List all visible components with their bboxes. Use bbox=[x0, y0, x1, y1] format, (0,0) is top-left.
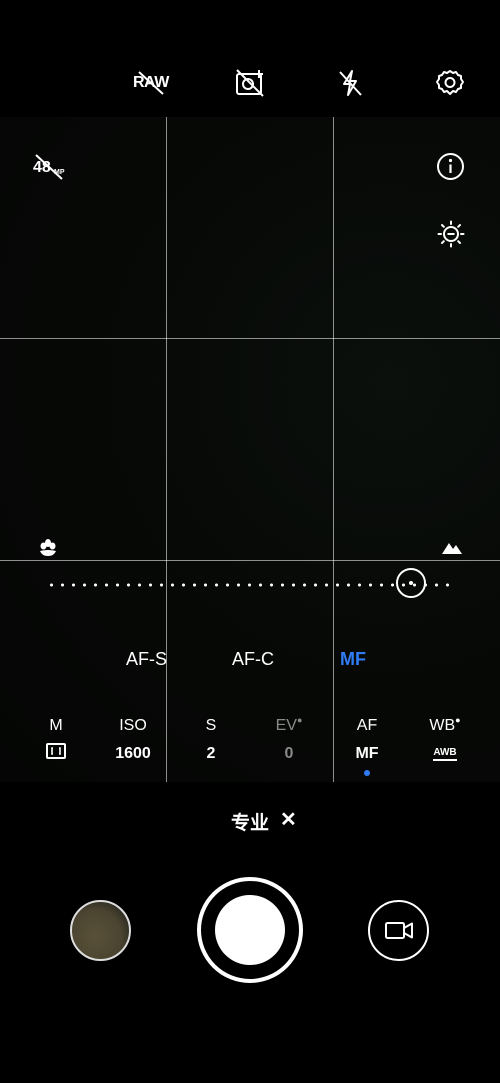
param-wb[interactable]: WB● AWB bbox=[410, 715, 480, 761]
grid-line bbox=[333, 117, 334, 782]
focus-slider-handle[interactable] bbox=[395, 568, 426, 598]
video-camera-icon bbox=[385, 922, 413, 939]
af-active-dot bbox=[364, 770, 370, 776]
wb-indicator-dot: ● bbox=[455, 715, 461, 725]
param-ev-value: 0 bbox=[284, 745, 294, 762]
focus-mode-mf[interactable]: MF bbox=[340, 649, 366, 670]
param-ev[interactable]: EV● 0 bbox=[254, 715, 324, 763]
top-bar: RAW bbox=[0, 0, 500, 117]
flash-off-icon[interactable] bbox=[335, 68, 365, 98]
flower-icon bbox=[38, 538, 58, 558]
raw-off-icon bbox=[138, 71, 164, 95]
param-af-label: AF bbox=[356, 717, 378, 734]
ev-indicator-dot: ● bbox=[296, 715, 303, 725]
gallery-thumbnail[interactable] bbox=[70, 900, 131, 961]
param-iso[interactable]: ISO 1600 bbox=[98, 717, 168, 763]
settings-gear-icon[interactable] bbox=[435, 68, 465, 98]
pro-mode-label: 专业 bbox=[231, 813, 270, 834]
close-pro-mode-button[interactable]: ✕ bbox=[280, 807, 297, 832]
megapixel-off-icon bbox=[35, 154, 63, 180]
focus-mode-af-c[interactable]: AF-C bbox=[232, 649, 274, 670]
param-af[interactable]: AF MF bbox=[332, 717, 402, 776]
shutter-button[interactable] bbox=[197, 877, 303, 983]
param-shutter-value: 2 bbox=[206, 745, 216, 762]
focus-mode-af-s[interactable]: AF-S bbox=[126, 649, 167, 670]
param-wb-label: WB● bbox=[429, 715, 461, 734]
param-af-value: MF bbox=[355, 745, 379, 762]
param-wb-value: AWB bbox=[410, 747, 480, 761]
grid-line bbox=[0, 560, 500, 561]
video-mode-button[interactable] bbox=[368, 900, 429, 961]
live-photo-off-icon[interactable] bbox=[234, 68, 266, 98]
focus-slider-track[interactable] bbox=[46, 583, 456, 587]
mountain-icon bbox=[441, 540, 463, 556]
shutter-inner bbox=[215, 895, 285, 965]
info-icon[interactable] bbox=[436, 152, 465, 181]
sun-minus-icon[interactable] bbox=[437, 220, 465, 248]
megapixel-toggle[interactable]: 48 MP bbox=[32, 152, 72, 182]
param-iso-label: ISO bbox=[119, 717, 147, 734]
metering-icon bbox=[21, 743, 91, 764]
param-shutter-label: S bbox=[205, 717, 217, 734]
param-iso-value: 1600 bbox=[115, 745, 151, 762]
param-metering[interactable]: M bbox=[21, 717, 91, 764]
param-ev-label: EV● bbox=[275, 715, 303, 734]
grid-line bbox=[0, 338, 500, 339]
grid-line bbox=[166, 117, 167, 782]
viewfinder[interactable] bbox=[0, 117, 500, 782]
param-shutter[interactable]: S 2 bbox=[176, 717, 246, 763]
param-metering-label: M bbox=[49, 717, 63, 734]
raw-toggle-button[interactable]: RAW bbox=[129, 70, 171, 96]
